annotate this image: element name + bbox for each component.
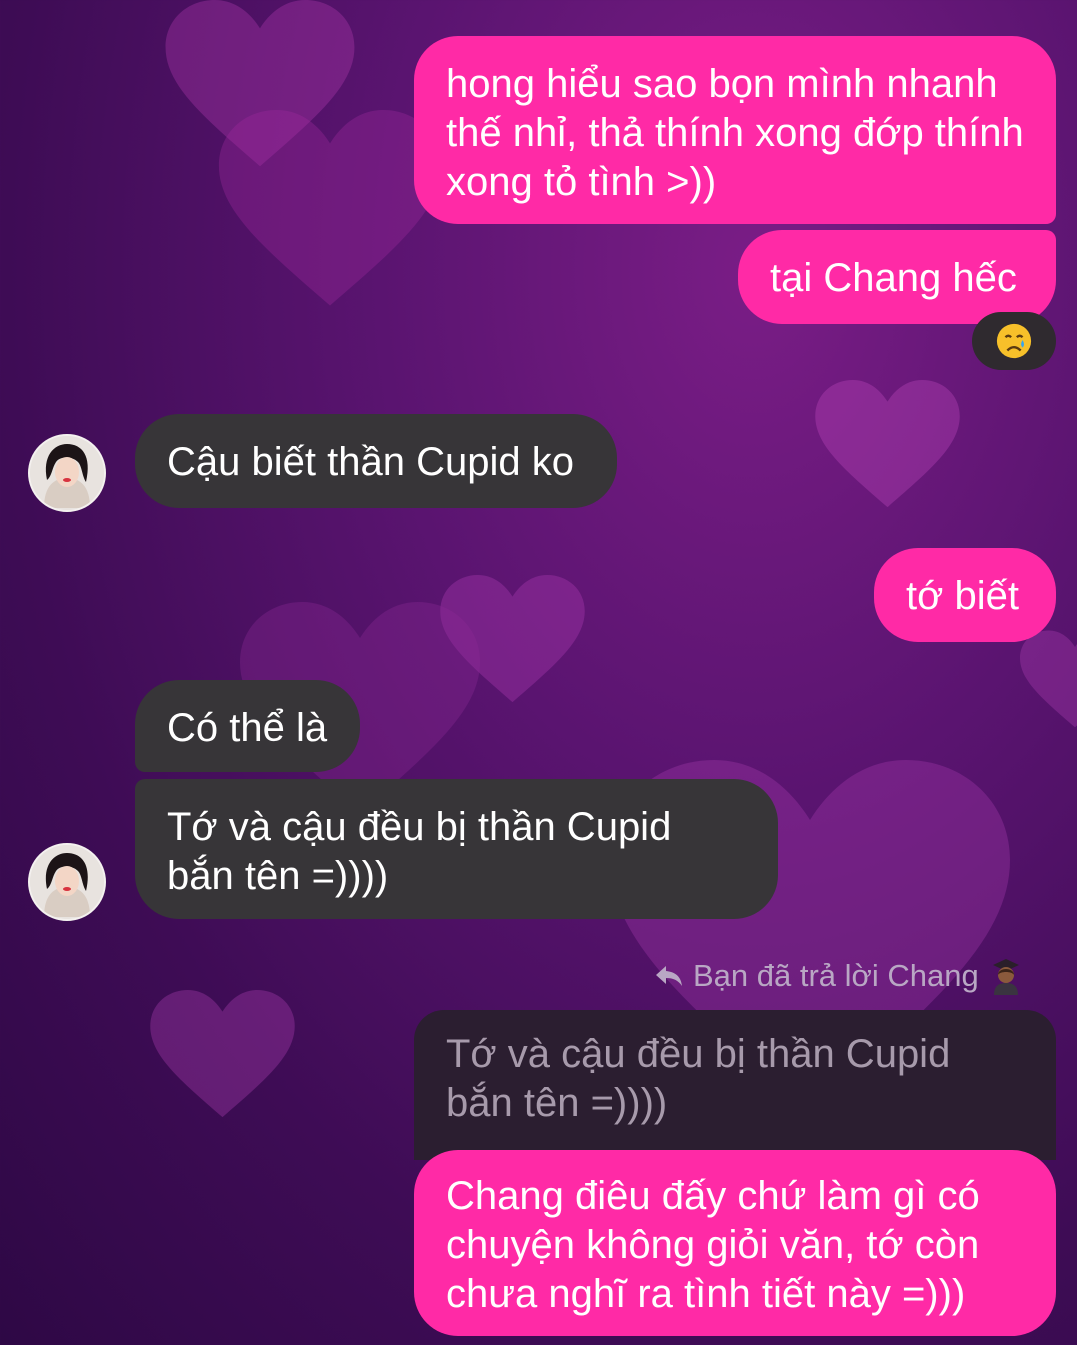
message-text: Có thể là (167, 706, 328, 750)
message-text: tớ biết (906, 574, 1019, 618)
reply-indicator: Bạn đã trả lời Chang (655, 956, 1023, 996)
message-text: Chang điêu đấy chứ làm gì có chuyện khôn… (446, 1174, 980, 1316)
avatar[interactable] (28, 843, 106, 921)
message-text: tại Chang hếc (770, 256, 1017, 300)
message-text: Tớ và cậu đều bị thần Cupid bắn tên =)))… (167, 805, 672, 898)
heart-decoration-icon (1020, 630, 1077, 728)
avatar[interactable] (28, 434, 106, 512)
person-emoji-icon (992, 959, 1019, 995)
reply-arrow-icon (656, 966, 682, 986)
message-bubble-outgoing[interactable]: Chang điêu đấy chứ làm gì có chuyện khôn… (414, 1150, 1056, 1336)
message-text: hong hiểu sao bọn mình nhanh thế nhỉ, th… (446, 62, 1024, 204)
message-bubble-outgoing[interactable]: hong hiểu sao bọn mình nhanh thế nhỉ, th… (414, 36, 1056, 224)
message-text: Cậu biết thần Cupid ko (167, 440, 574, 484)
quoted-text: Tớ và cậu đều bị thần Cupid bắn tên =)))… (446, 1032, 951, 1125)
message-reaction[interactable] (972, 312, 1056, 370)
message-bubble-incoming[interactable]: Cậu biết thần Cupid ko (135, 414, 617, 508)
message-bubble-outgoing[interactable]: tại Chang hếc (738, 230, 1056, 324)
crying-face-icon (996, 323, 1032, 359)
heart-decoration-icon (150, 990, 295, 1118)
message-bubble-incoming[interactable]: Tớ và cậu đều bị thần Cupid bắn tên =)))… (135, 779, 778, 919)
reply-label-text: Bạn đã trả lời Chang (693, 958, 979, 993)
message-bubble-incoming[interactable]: Có thể là (135, 680, 360, 772)
heart-decoration-icon (815, 380, 960, 508)
heart-decoration-icon (218, 110, 442, 306)
profile-photo-icon (30, 436, 104, 510)
quoted-message[interactable]: Tớ và cậu đều bị thần Cupid bắn tên =)))… (414, 1010, 1056, 1160)
profile-photo-icon (30, 845, 104, 919)
message-bubble-outgoing[interactable]: tớ biết (874, 548, 1056, 642)
